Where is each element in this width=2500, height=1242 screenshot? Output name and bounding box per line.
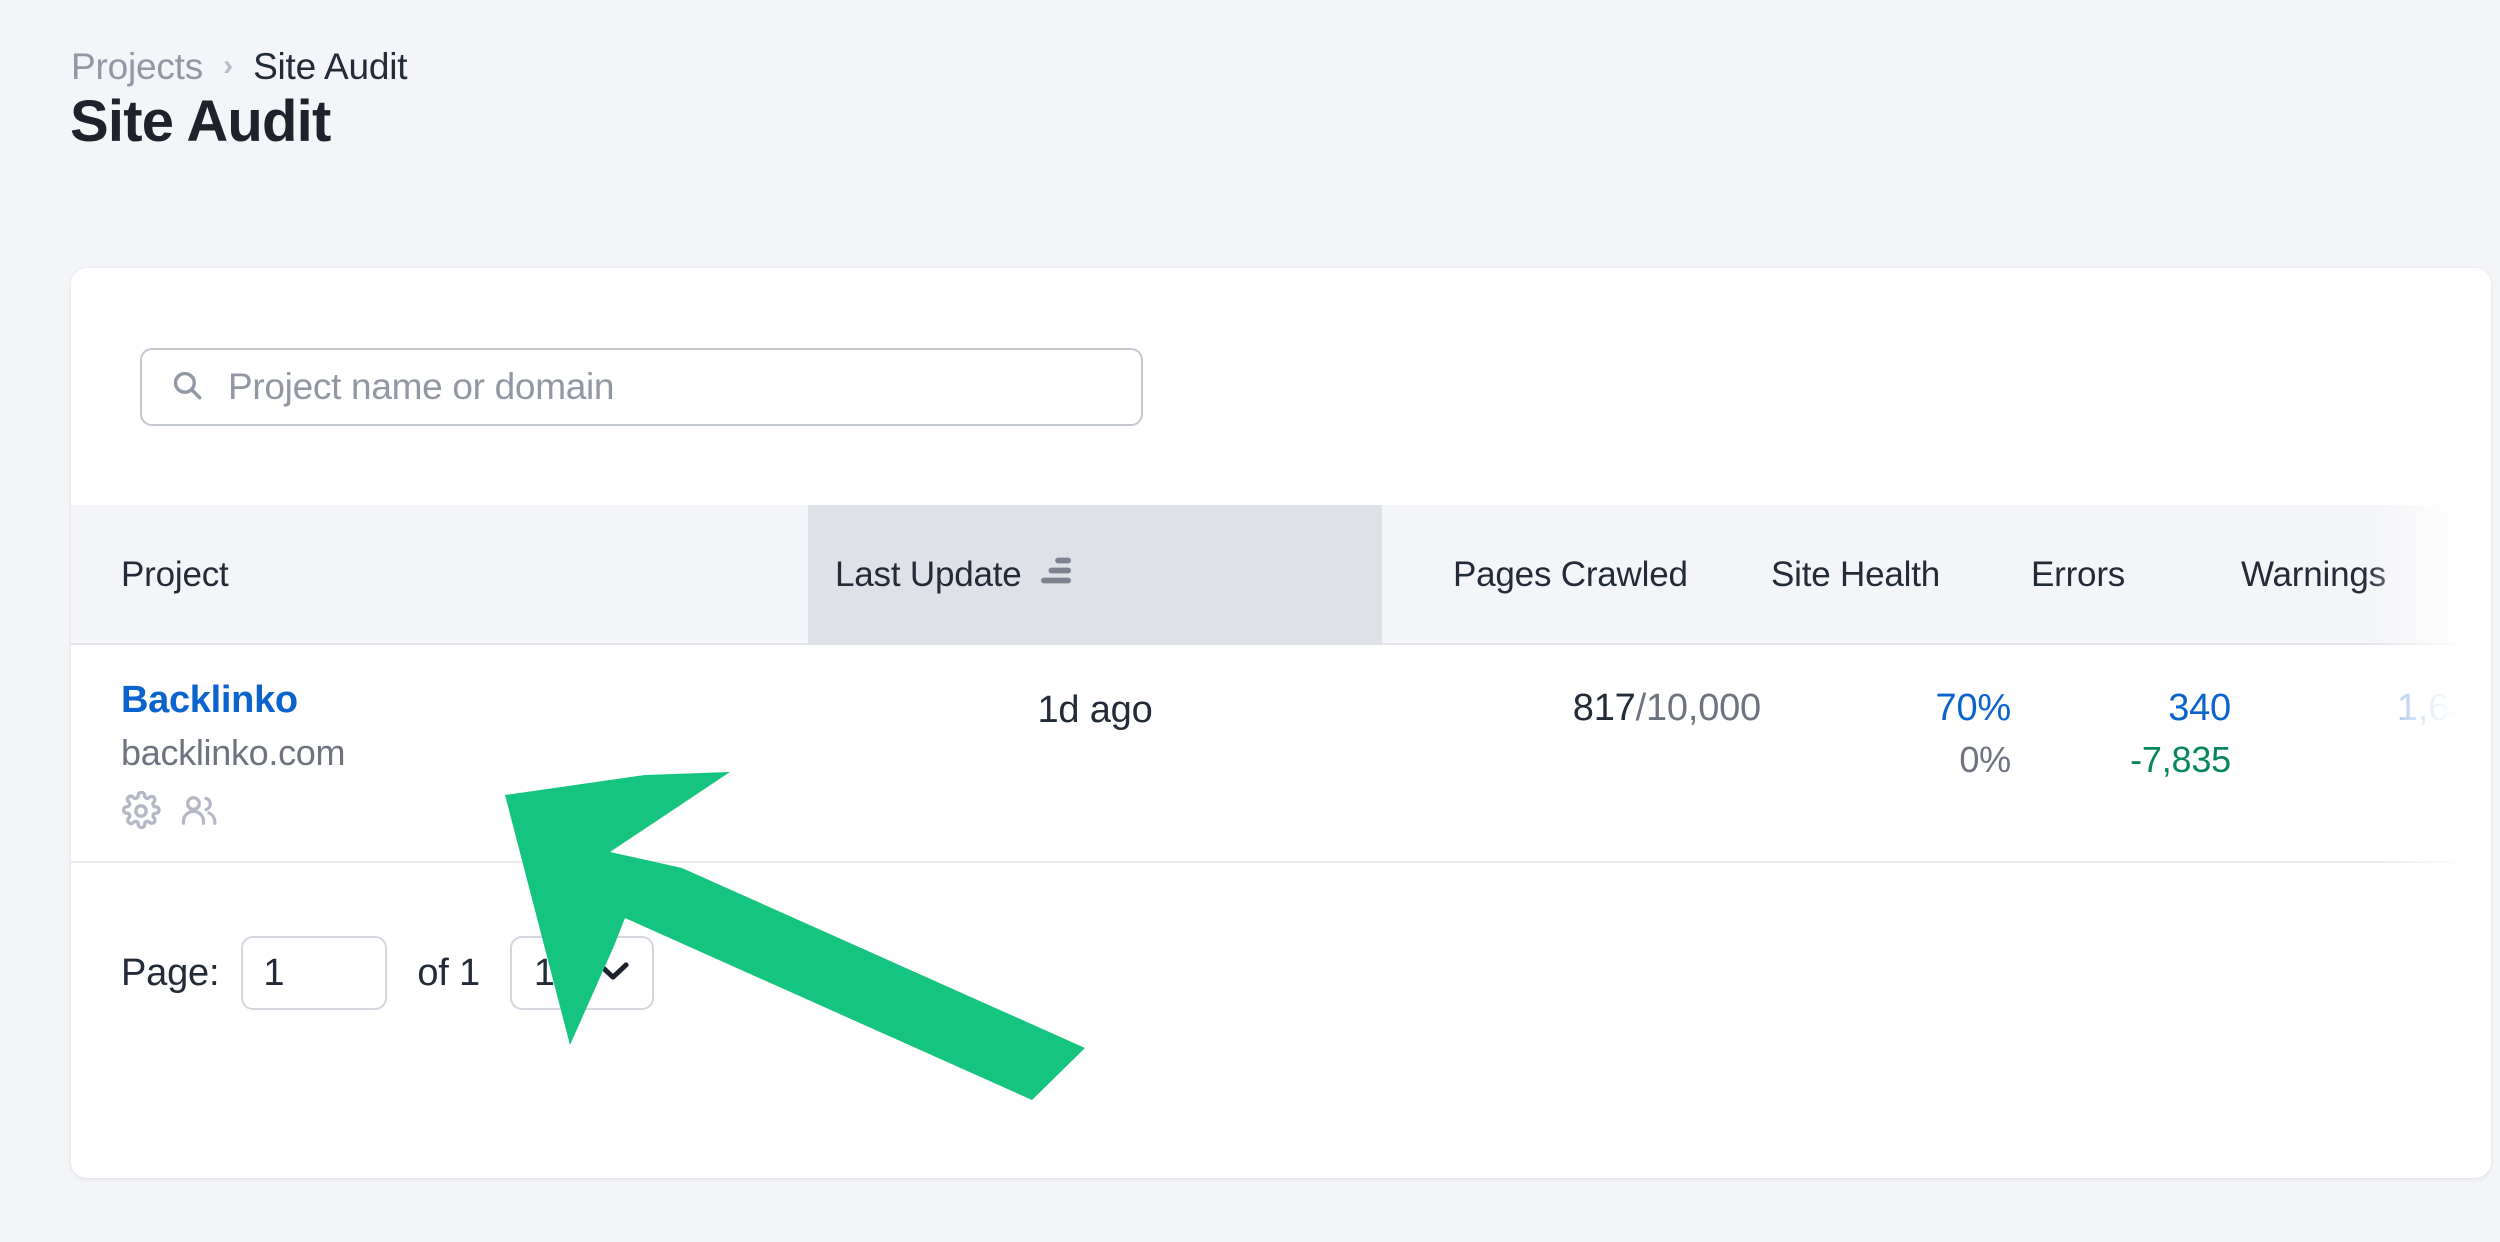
pages-crawled-value: 817/10,000	[1573, 687, 1761, 730]
project-name-link[interactable]: Backlinko	[121, 680, 345, 721]
column-header-label: Errors	[2031, 555, 2126, 594]
site-health-delta: 0%	[1959, 739, 2011, 780]
projects-table: Project Last Update Pages Crawled Site H…	[71, 505, 2491, 863]
column-header-last-update[interactable]: Last Update	[808, 505, 1382, 645]
column-header-label: Site Health	[1771, 555, 1941, 594]
pages-crawled-count: 817	[1572, 687, 1636, 729]
cell-warnings: 1,642 -4	[2241, 645, 2491, 863]
page-title: Site Audit	[70, 89, 331, 154]
column-header-label: Warnings	[2241, 555, 2386, 594]
column-header-pages-crawled[interactable]: Pages Crawled	[1453, 505, 1688, 645]
breadcrumb: Projects › Site Audit	[71, 46, 408, 87]
errors-value[interactable]: 340	[2168, 687, 2231, 730]
column-header-label: Pages Crawled	[1453, 555, 1688, 594]
warnings-value[interactable]: 1,642	[2397, 687, 2491, 730]
breadcrumb-link-projects[interactable]: Projects	[71, 48, 203, 85]
search-box[interactable]	[140, 348, 1143, 426]
per-page-value: 10	[533, 951, 576, 994]
page-number-input[interactable]	[241, 936, 388, 1010]
pagination: Page: of 1 10	[121, 923, 654, 1023]
breadcrumb-current-site-audit: Site Audit	[253, 46, 408, 87]
warnings-delta: -4	[2459, 739, 2491, 780]
search-icon	[170, 368, 204, 407]
errors-delta: -7,835	[2130, 739, 2231, 780]
search-input[interactable]	[228, 350, 1141, 424]
project-actions	[121, 790, 345, 836]
table-header-row: Project Last Update Pages Crawled Site H…	[71, 505, 2491, 645]
sort-ascending-icon	[1039, 555, 1073, 595]
chevron-down-icon	[596, 960, 630, 987]
column-header-warnings[interactable]: Warnings	[2241, 505, 2386, 645]
site-audit-page: Projects › Site Audit Site Audit Project…	[0, 0, 2500, 1242]
column-header-label: Last Update	[835, 555, 1022, 594]
search-field-wrapper	[140, 348, 1143, 426]
cell-pages-crawled: 817/10,000	[1453, 645, 1761, 863]
gear-icon[interactable]	[121, 790, 161, 836]
cell-site-health: 70% 0%	[1771, 645, 2012, 863]
users-icon[interactable]	[178, 791, 220, 836]
column-header-project[interactable]: Project	[121, 505, 229, 645]
table-row: Backlinko backlinko.com 1d ago 817/10,00…	[71, 645, 2491, 863]
pages-crawled-limit: /10,000	[1635, 687, 1762, 729]
cell-project: Backlinko backlinko.com	[121, 680, 346, 836]
column-header-site-health[interactable]: Site Health	[1771, 505, 1940, 645]
cell-last-update: 1d ago	[808, 645, 1382, 863]
chevron-right-icon: ›	[223, 48, 234, 82]
per-page-select[interactable]: 10	[509, 936, 654, 1010]
column-header-label: Project	[121, 555, 229, 594]
page-total-label: of 1	[417, 951, 480, 994]
page-label: Page:	[121, 951, 220, 994]
cell-errors: 340 -7,835	[2031, 645, 2231, 863]
project-domain: backlinko.com	[121, 731, 346, 773]
site-health-value[interactable]: 70%	[1936, 687, 2012, 730]
projects-card: Project Last Update Pages Crawled	[71, 268, 2491, 1178]
last-update-value: 1d ago	[1037, 689, 1153, 731]
column-header-errors[interactable]: Errors	[2031, 505, 2125, 645]
